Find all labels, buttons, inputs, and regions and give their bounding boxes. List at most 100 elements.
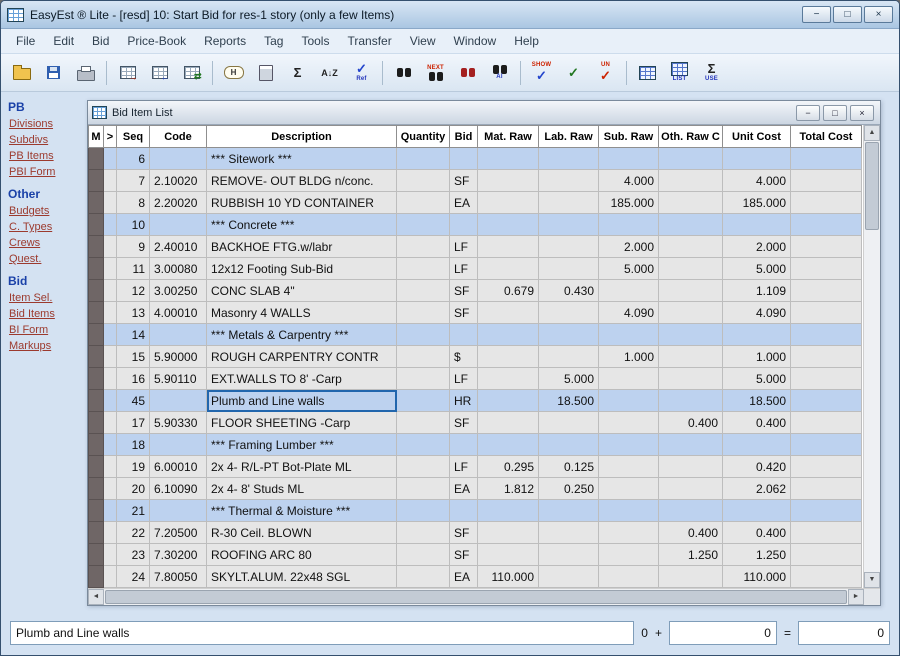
cell-unit[interactable] [723,214,791,236]
cell-desc[interactable]: FLOOR SHEETING -Carp [207,412,397,434]
cell-gt[interactable] [104,324,117,346]
cell-code[interactable]: 4.00010 [150,302,207,324]
cell-unit[interactable] [723,434,791,456]
cell-code[interactable] [150,324,207,346]
cell-unit[interactable]: 1.250 [723,544,791,566]
cell-oth[interactable] [659,478,723,500]
cell-qty[interactable] [397,258,450,280]
cell-mat[interactable] [478,346,539,368]
bid-row-19[interactable]: 196.000102x 4- R/L-PT Bot-Plate MLLF0.29… [89,456,862,478]
cell-m[interactable] [89,236,104,258]
cell-gt[interactable] [104,390,117,412]
cell-code[interactable] [150,214,207,236]
find-button[interactable] [388,57,419,89]
cell-desc[interactable]: *** Thermal & Moisture *** [207,500,397,522]
cell-sub[interactable]: 4.090 [599,302,659,324]
cell-bid[interactable]: LF [450,258,478,280]
close-button[interactable]: × [864,6,893,23]
cell-seq[interactable]: 45 [117,390,150,412]
cell-m[interactable] [89,258,104,280]
cell-qty[interactable] [397,500,450,522]
cell-qty[interactable] [397,170,450,192]
cell-lab[interactable] [539,258,599,280]
cell-bid[interactable]: SF [450,412,478,434]
cell-qty[interactable] [397,368,450,390]
sidebar-link-divisions[interactable]: Divisions [9,118,82,130]
use-button[interactable]: ΣUSE [696,57,727,89]
cell-code[interactable]: 2.40010 [150,236,207,258]
cell-desc[interactable]: EXT.WALLS TO 8' -Carp [207,368,397,390]
sidebar-link-pbi-form[interactable]: PBI Form [9,166,82,178]
cell-sub[interactable] [599,434,659,456]
main-titlebar[interactable]: EasyEst ® Lite - [resd] 10: Start Bid fo… [1,1,899,29]
cell-mat[interactable]: 110.000 [478,566,539,588]
cell-mat[interactable] [478,214,539,236]
bid-row-13[interactable]: 134.00010Masonry 4 WALLSSF4.0904.090 [89,302,862,324]
cell-total[interactable] [791,148,862,170]
cell-mat[interactable] [478,324,539,346]
cell-total[interactable] [791,170,862,192]
cell-m[interactable] [89,170,104,192]
sort-button[interactable]: A↓Z [314,57,345,89]
cell-unit[interactable]: 1.109 [723,280,791,302]
cell-bid[interactable] [450,214,478,236]
cell-total[interactable] [791,236,862,258]
menu-edit[interactable]: Edit [44,31,83,51]
cell-seq[interactable]: 21 [117,500,150,522]
bid-row-11[interactable]: 113.0008012x12 Footing Sub-BidLF5.0005.0… [89,258,862,280]
cell-gt[interactable] [104,456,117,478]
cell-total[interactable] [791,214,862,236]
cell-mat[interactable] [478,170,539,192]
cell-sub[interactable]: 2.000 [599,236,659,258]
bid-row-15[interactable]: 155.90000ROUGH CARPENTRY CONTR$1.0001.00… [89,346,862,368]
cell-m[interactable] [89,434,104,456]
find-next-button[interactable]: NEXT [420,57,451,89]
cell-gt[interactable] [104,566,117,588]
cell-total[interactable] [791,192,862,214]
bid-row-6[interactable]: 6*** Sitework *** [89,148,862,170]
cell-oth[interactable] [659,214,723,236]
column-header-qty[interactable]: Quantity [397,126,450,148]
cell-sub[interactable] [599,368,659,390]
menu-reports[interactable]: Reports [195,31,255,51]
cell-gt[interactable] [104,236,117,258]
copy-rows-button[interactable]: → [112,57,143,89]
bid-row-8[interactable]: 82.20020RUBBISH 10 YD CONTAINEREA185.000… [89,192,862,214]
bid-row-7[interactable]: 72.10020REMOVE- OUT BLDG n/conc.SF4.0004… [89,170,862,192]
cell-total[interactable] [791,544,862,566]
cell-oth[interactable]: 1.250 [659,544,723,566]
cell-code[interactable]: 3.00080 [150,258,207,280]
cell-unit[interactable]: 185.000 [723,192,791,214]
cell-bid[interactable]: EA [450,566,478,588]
cell-gt[interactable] [104,544,117,566]
cell-gt[interactable] [104,302,117,324]
cell-code[interactable] [150,434,207,456]
cell-mat[interactable] [478,500,539,522]
cell-oth[interactable] [659,280,723,302]
cell-bid[interactable]: LF [450,368,478,390]
cell-mat[interactable] [478,412,539,434]
cell-oth[interactable] [659,258,723,280]
cell-seq[interactable]: 20 [117,478,150,500]
cell-m[interactable] [89,324,104,346]
cell-bid[interactable]: EA [450,192,478,214]
cell-qty[interactable] [397,192,450,214]
cell-bid[interactable]: HR [450,390,478,412]
sidebar-link-bi-form[interactable]: BI Form [9,324,82,336]
cell-code[interactable]: 7.20500 [150,522,207,544]
sidebar-link-item-sel[interactable]: Item Sel. [9,292,82,304]
cell-seq[interactable]: 12 [117,280,150,302]
cell-code[interactable]: 3.00250 [150,280,207,302]
cell-unit[interactable] [723,324,791,346]
cell-code[interactable]: 2.10020 [150,170,207,192]
cell-m[interactable] [89,368,104,390]
item-description-field[interactable]: Plumb and Line walls [10,621,634,645]
cell-code[interactable]: 5.90330 [150,412,207,434]
maximize-button[interactable]: □ [833,6,862,23]
bid-row-20[interactable]: 206.100902x 4- 8' Studs MLEA1.8120.2502.… [89,478,862,500]
cell-gt[interactable] [104,478,117,500]
cell-unit[interactable]: 2.062 [723,478,791,500]
menu-transfer[interactable]: Transfer [338,31,400,51]
cell-qty[interactable] [397,478,450,500]
cell-code[interactable]: 5.90000 [150,346,207,368]
